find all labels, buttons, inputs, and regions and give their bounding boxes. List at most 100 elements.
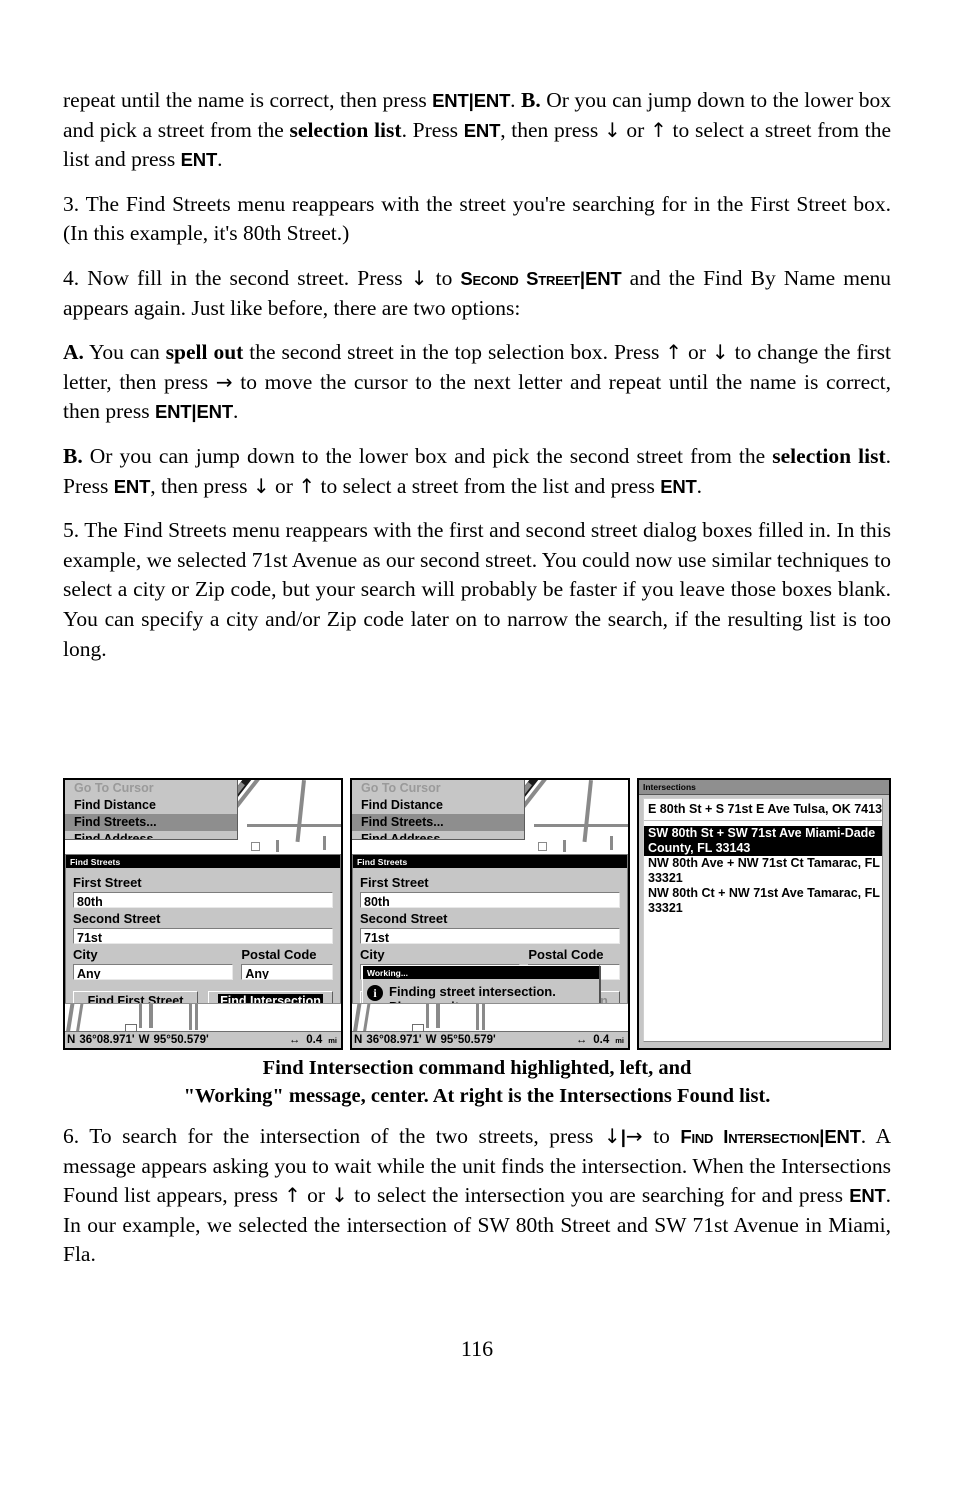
- dialog-body: First Street 80th Second Street 71st Cit…: [66, 868, 340, 1010]
- map-road-segment: [276, 840, 279, 852]
- menu-item-find-streets[interactable]: Find Streets...: [65, 814, 237, 831]
- map-road-segment: [436, 1004, 440, 1028]
- map-symbol: [538, 842, 547, 851]
- scale-value: 0.4: [306, 1034, 323, 1046]
- list-item[interactable]: NW 80th Ave + NW 71st Ct Tamarac, FL 333…: [644, 856, 882, 886]
- gps-screenshot-center: Go To Cursor Find Distance Find Streets.…: [350, 778, 630, 1050]
- key-ent: ENT: [463, 119, 501, 141]
- info-icon: i: [367, 985, 383, 1001]
- map-road-segment: [362, 1004, 371, 1032]
- text-run: or: [620, 117, 651, 142]
- menu-item-find-distance[interactable]: Find Distance: [352, 797, 524, 814]
- text-run: 4. Now fill in the second street. Press: [63, 265, 411, 290]
- figure-caption-line-1: Find Intersection command highlighted, l…: [262, 1057, 692, 1079]
- second-street-label: Second Street: [360, 911, 448, 926]
- map-road-segment: [482, 1004, 485, 1030]
- status-bar-center: N 36°08.971' W 95°50.579' ↔ 0.4 mi: [352, 1031, 628, 1048]
- figure-screenshots-row: Go To Cursor Find Distance Find Streets.…: [63, 778, 891, 1050]
- city-input[interactable]: Any: [73, 964, 234, 980]
- map-road-segment: [563, 840, 566, 852]
- label-b: B.: [63, 443, 83, 468]
- map-background-bottom-left: [65, 1003, 341, 1032]
- text-run: , then press: [150, 473, 253, 498]
- second-street-input[interactable]: 71st: [360, 928, 620, 944]
- text-run: 6. To search for the intersection of the…: [63, 1124, 604, 1148]
- key-ent: ENT: [432, 90, 469, 111]
- first-street-input[interactable]: 80th: [73, 892, 333, 908]
- text-run: to: [427, 265, 461, 290]
- menu-item-find-distance[interactable]: Find Distance: [65, 797, 237, 814]
- map-road-segment: [610, 836, 613, 850]
- text-run: .: [510, 88, 522, 112]
- map-road-segment: [189, 1004, 192, 1030]
- menu-item-find-address[interactable]: Find Address...: [352, 831, 524, 839]
- text-run: .: [696, 473, 702, 498]
- text-run: or: [269, 473, 299, 498]
- text-run: the second street in the top selection b…: [243, 340, 666, 365]
- document-page: repeat until the name is correct, then p…: [63, 0, 891, 1487]
- map-road-segment: [534, 824, 628, 827]
- figure-caption-line-2: "Working" message, center. At right is t…: [183, 1085, 771, 1107]
- context-menu[interactable]: Go To Cursor Find Distance Find Streets.…: [352, 780, 525, 840]
- menu-name-second-street: Second Street: [460, 267, 580, 289]
- gps-screenshot-left: Go To Cursor Find Distance Find Streets.…: [63, 778, 343, 1050]
- paragraph-step-4: 4. Now fill in the second street. Press …: [63, 264, 891, 323]
- gps-screenshot-right: Intersections E 80th St + S 71st E Ave T…: [637, 778, 891, 1050]
- map-road-segment: [75, 1004, 84, 1032]
- intersections-list-title: Intersections: [639, 780, 889, 795]
- key-ent: ENT: [473, 90, 511, 111]
- arrow-up-icon: ↑: [665, 340, 683, 365]
- scale-value: 0.4: [593, 1034, 610, 1046]
- arrow-down-icon: ↓: [603, 1124, 621, 1148]
- label-a: A.: [63, 340, 84, 365]
- paragraph-step-3: 3. The Find Streets menu reappears with …: [63, 190, 891, 249]
- text-run: , then press: [500, 117, 604, 142]
- paragraph-option-a: A. You can spell out the second street i…: [63, 338, 891, 427]
- emphasis-selection-list: selection list: [289, 117, 402, 142]
- text-run: to: [642, 1124, 681, 1148]
- map-road-segment: [149, 1004, 153, 1028]
- list-item[interactable]: SW 80th St + SW 71st Ave Miami-Dade Coun…: [644, 826, 882, 856]
- menu-item-find-address[interactable]: Find Address...: [65, 831, 237, 839]
- arrow-right-icon: →: [215, 369, 233, 394]
- dialog-title: Find Streets: [353, 855, 627, 868]
- list-item[interactable]: NW 80th Ct + NW 71st Ave Tamarac, FL 333…: [644, 886, 882, 916]
- map-road-segment: [476, 1004, 479, 1030]
- city-label: City: [73, 947, 98, 962]
- map-road-segment: [352, 1004, 362, 1032]
- map-scale-group: ↔ 0.4 mi: [576, 1034, 628, 1046]
- menu-item-go-to-cursor: Go To Cursor: [361, 781, 441, 795]
- intersections-list[interactable]: E 80th St + S 71st E Ave Tulsa, OK 74133…: [643, 798, 883, 1042]
- map-road-segment: [247, 824, 341, 827]
- scale-arrows-icon: ↔: [288, 1034, 301, 1046]
- longitude-value: 95°50.579': [440, 1034, 496, 1046]
- text-run: repeat until the name is correct, then p…: [63, 88, 433, 112]
- intersections-list-header-row[interactable]: E 80th St + S 71st E Ave Tulsa, OK 74133: [644, 799, 882, 821]
- scale-unit: mi: [328, 1035, 337, 1045]
- postal-code-label: Postal Code: [241, 947, 317, 962]
- key-ent: ENT: [849, 1185, 886, 1207]
- first-street-input[interactable]: 80th: [360, 892, 620, 908]
- text-run: or: [300, 1183, 332, 1208]
- text-run: 5. The Find Streets menu reappears with …: [63, 518, 891, 661]
- second-street-input[interactable]: 71st: [73, 928, 333, 944]
- paragraph-continuation: repeat until the name is correct, then p…: [63, 86, 891, 175]
- text-run: to select a street from the list and pre…: [315, 473, 661, 498]
- postal-code-input[interactable]: Any: [241, 964, 333, 980]
- map-symbol: [251, 842, 260, 851]
- first-street-label: First Street: [73, 875, 142, 890]
- city-postal-labels-row: City Postal Code: [73, 944, 333, 964]
- menu-item-go-to-cursor: Go To Cursor: [74, 781, 154, 795]
- key-ent: ENT: [154, 401, 192, 423]
- context-menu[interactable]: Go To Cursor Find Distance Find Streets.…: [65, 780, 238, 840]
- menu-item-find-streets[interactable]: Find Streets...: [352, 814, 524, 831]
- arrow-down-icon: ↓: [331, 1183, 348, 1208]
- postal-code-label: Postal Code: [528, 947, 604, 962]
- city-postal-labels-row: City Postal Code: [360, 944, 620, 964]
- scale-arrows-icon: ↔: [575, 1034, 588, 1046]
- map-road-segment: [139, 1004, 142, 1028]
- key-ent: ENT: [660, 475, 697, 497]
- longitude-hemisphere: W: [425, 1034, 437, 1046]
- text-run: 3. The Find Streets menu reappears with …: [63, 191, 891, 246]
- emphasis-spell-out: spell out: [165, 340, 244, 365]
